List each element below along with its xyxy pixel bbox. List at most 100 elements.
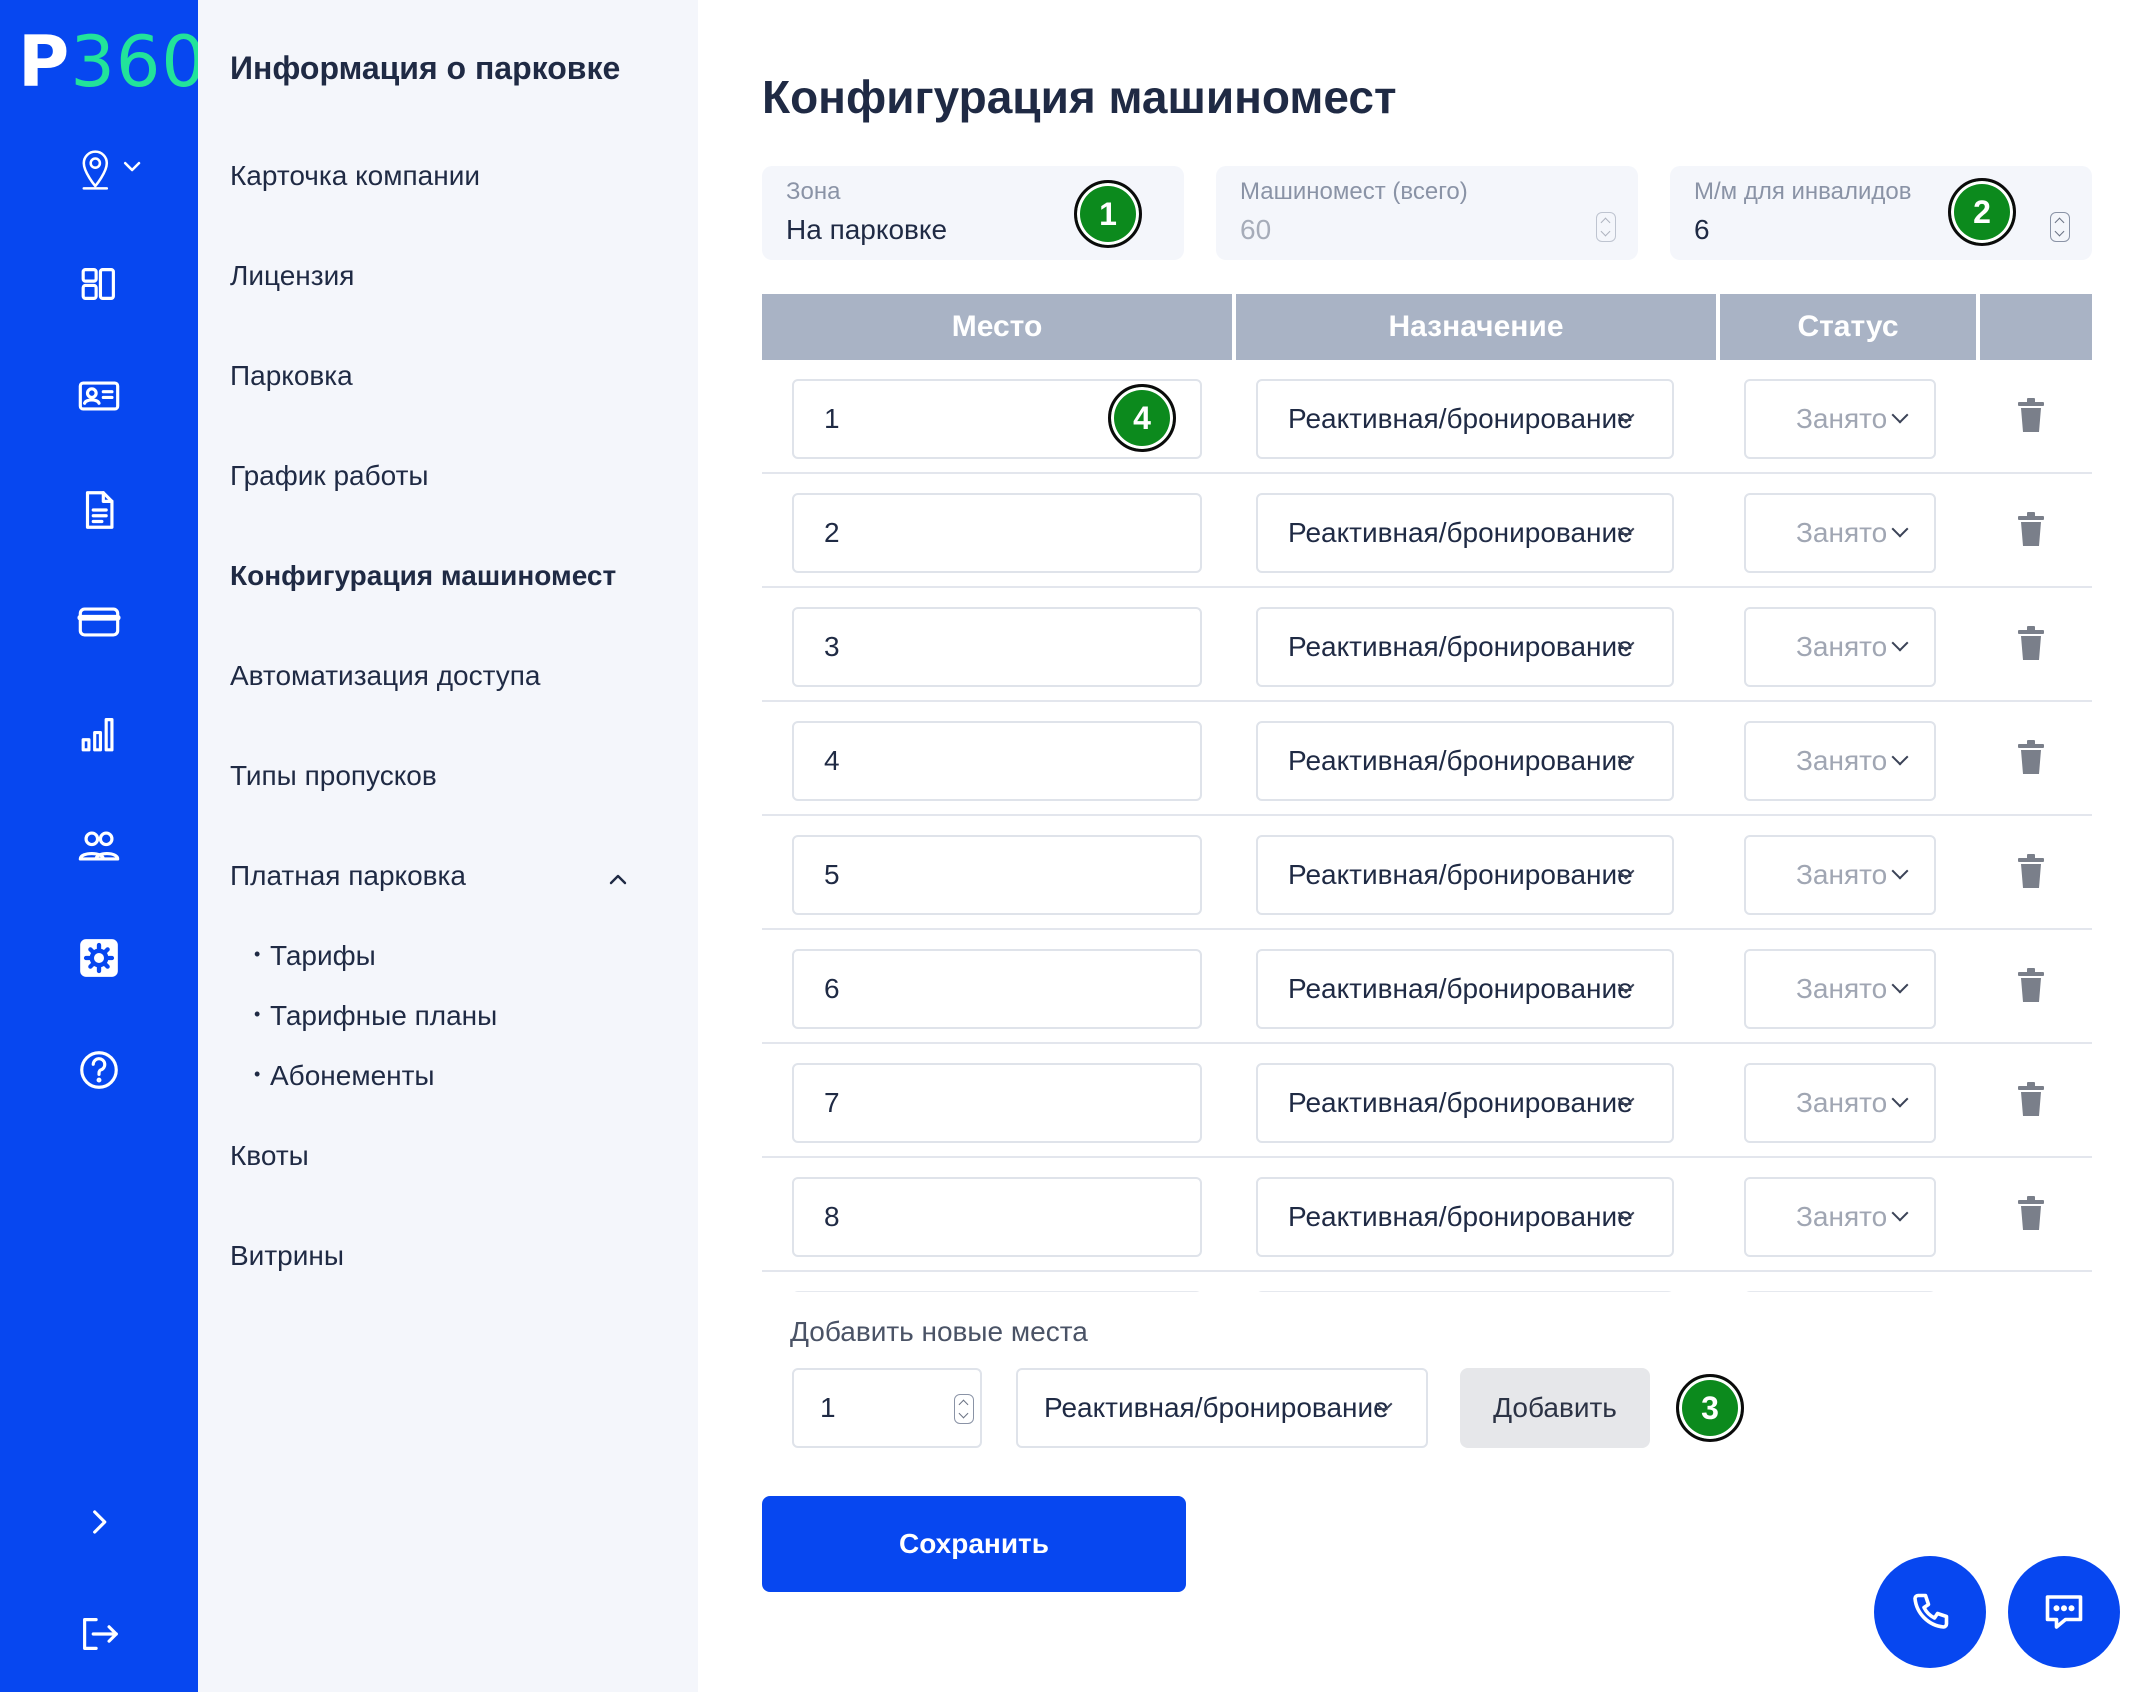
table-row: 2 Реактивная/бронирование Занято [762,474,2092,588]
bar-chart-icon[interactable] [61,696,137,772]
nav-pass-types[interactable]: Типы пропусков [230,760,437,792]
chevron-down-icon [1891,748,1909,766]
place-number-input[interactable]: 6 [792,949,1202,1029]
chevron-down-icon [1891,520,1909,538]
table-row: 4 Реактивная/бронирование Занято [762,702,2092,816]
table-row: 5 Реактивная/бронирование Занято [762,816,2092,930]
trash-icon[interactable] [2016,740,2046,776]
column-header-purpose: Назначение [1236,294,1716,360]
add-count-input[interactable]: 1 [792,1368,982,1448]
table-row: 3 Реактивная/бронирование Занято [762,588,2092,702]
nav-showcases[interactable]: Витрины [230,1240,344,1272]
nav-schedule[interactable]: График работы [230,460,429,492]
purpose-value: Реактивная/бронирование [1288,403,1633,434]
credit-card-icon[interactable] [61,584,137,660]
stepper-icon[interactable] [2050,212,2070,242]
status-select[interactable]: Занято [1744,379,1936,459]
phone-icon [1913,1593,1949,1629]
chat-button[interactable] [2008,1556,2120,1668]
status-select[interactable]: Занято [1744,721,1936,801]
purpose-select[interactable]: Реактивная/бронирование [1256,607,1674,687]
nav-parking[interactable]: Парковка [230,360,353,392]
nav-paid-parking[interactable]: Платная парковка [230,860,466,892]
call-button[interactable] [1874,1556,1986,1668]
id-card-icon[interactable] [61,358,137,434]
table-row: 6 Реактивная/бронирование Занято [762,930,2092,1044]
trash-icon[interactable] [2016,626,2046,662]
purpose-value: Реактивная/бронирование [1288,973,1633,1004]
trash-icon[interactable] [2016,1082,2046,1118]
place-number-input[interactable]: 5 [792,835,1202,915]
purpose-select[interactable]: Реактивная/бронирование [1256,721,1674,801]
place-number-input[interactable]: 7 [792,1063,1202,1143]
purpose-select[interactable]: Реактивная/бронирование [1256,835,1674,915]
trash-icon[interactable] [2016,1196,2046,1232]
logout-icon[interactable] [61,1596,137,1672]
place-number-input[interactable]: 3 [792,607,1202,687]
status-select[interactable]: Занято [1744,607,1936,687]
total-spaces-value: 60 [1240,214,1272,245]
status-select[interactable]: Занято [1744,1177,1936,1257]
place-number-input[interactable] [792,1291,1202,1292]
chat-icon [2045,1595,2083,1629]
dashboard-icon[interactable] [61,246,137,322]
nav-quotas[interactable]: Квоты [230,1140,309,1172]
trash-icon[interactable] [2016,854,2046,890]
trash-icon[interactable] [2016,398,2046,434]
table-row: 8 Реактивная/бронирование Занято [762,1158,2092,1272]
nav-access-automation[interactable]: Автоматизация доступа [230,660,541,692]
expand-icon[interactable] [61,1484,137,1560]
save-button[interactable]: Сохранить [762,1496,1186,1592]
place-number-input[interactable]: 2 [792,493,1202,573]
location-icon[interactable] [66,132,166,208]
chevron-up-icon[interactable] [606,868,630,892]
trash-icon[interactable] [2016,512,2046,548]
document-icon[interactable] [61,472,137,548]
table-row: 7 Реактивная/бронирование Занято [762,1044,2092,1158]
help-icon[interactable] [61,1032,137,1108]
nav-space-config[interactable]: Конфигурация машиномест [230,560,616,592]
status-value: Занято [1796,631,1888,662]
status-value: Занято [1796,403,1888,434]
annotation-badge-4: 4 [1108,384,1176,452]
annotation-badge-3: 3 [1676,1374,1744,1442]
nav-tariff-plans[interactable]: Тарифные планы [254,1000,497,1032]
nav-subscriptions[interactable]: Абонементы [254,1060,435,1092]
p360-logo[interactable]: P360 [18,22,207,102]
add-button[interactable]: Добавить [1460,1368,1650,1448]
users-icon[interactable] [61,808,137,884]
settings-icon[interactable] [61,920,137,996]
purpose-value: Реактивная/бронирование [1288,859,1633,890]
table-row: 1 Реактивная/бронирование Занято [762,360,2092,474]
chevron-down-icon [1891,862,1909,880]
status-select[interactable] [1744,1291,1936,1292]
nav-license[interactable]: Лицензия [230,260,354,292]
status-value: Занято [1796,1087,1888,1118]
add-purpose-value: Реактивная/бронирование [1044,1392,1389,1423]
status-select[interactable]: Занято [1744,493,1936,573]
add-purpose-select[interactable]: Реактивная/бронирование [1016,1368,1428,1448]
purpose-select[interactable]: Реактивная/бронирование [1256,1063,1674,1143]
status-select[interactable]: Занято [1744,1063,1936,1143]
purpose-value: Реактивная/бронирование [1288,1087,1633,1118]
purpose-select[interactable]: Реактивная/бронирование [1256,379,1674,459]
place-number-input[interactable]: 8 [792,1177,1202,1257]
trash-icon[interactable] [2016,968,2046,1004]
nav-tariffs[interactable]: Тарифы [254,940,376,972]
purpose-select[interactable]: Реактивная/бронирование [1256,949,1674,1029]
purpose-select[interactable]: Реактивная/бронирование [1256,1177,1674,1257]
status-select[interactable]: Занято [1744,949,1936,1029]
place-number-value: 4 [824,745,840,776]
disabled-spaces-field[interactable]: М/м для инвалидов 6 [1670,166,2092,260]
stepper-icon[interactable] [954,1394,974,1424]
page-title: Конфигурация машиномест [762,71,1397,123]
stepper-icon [1596,212,1616,242]
purpose-select[interactable]: Реактивная/бронирование [1256,493,1674,573]
zone-label: Зона [786,178,841,205]
place-number-input[interactable]: 4 [792,721,1202,801]
chevron-down-icon [1891,976,1909,994]
status-select[interactable]: Занято [1744,835,1936,915]
purpose-select[interactable] [1256,1291,1674,1292]
nav-company-card[interactable]: Карточка компании [230,160,480,192]
settings-navigation: Информация о парковке Карточка компании … [198,0,698,1692]
